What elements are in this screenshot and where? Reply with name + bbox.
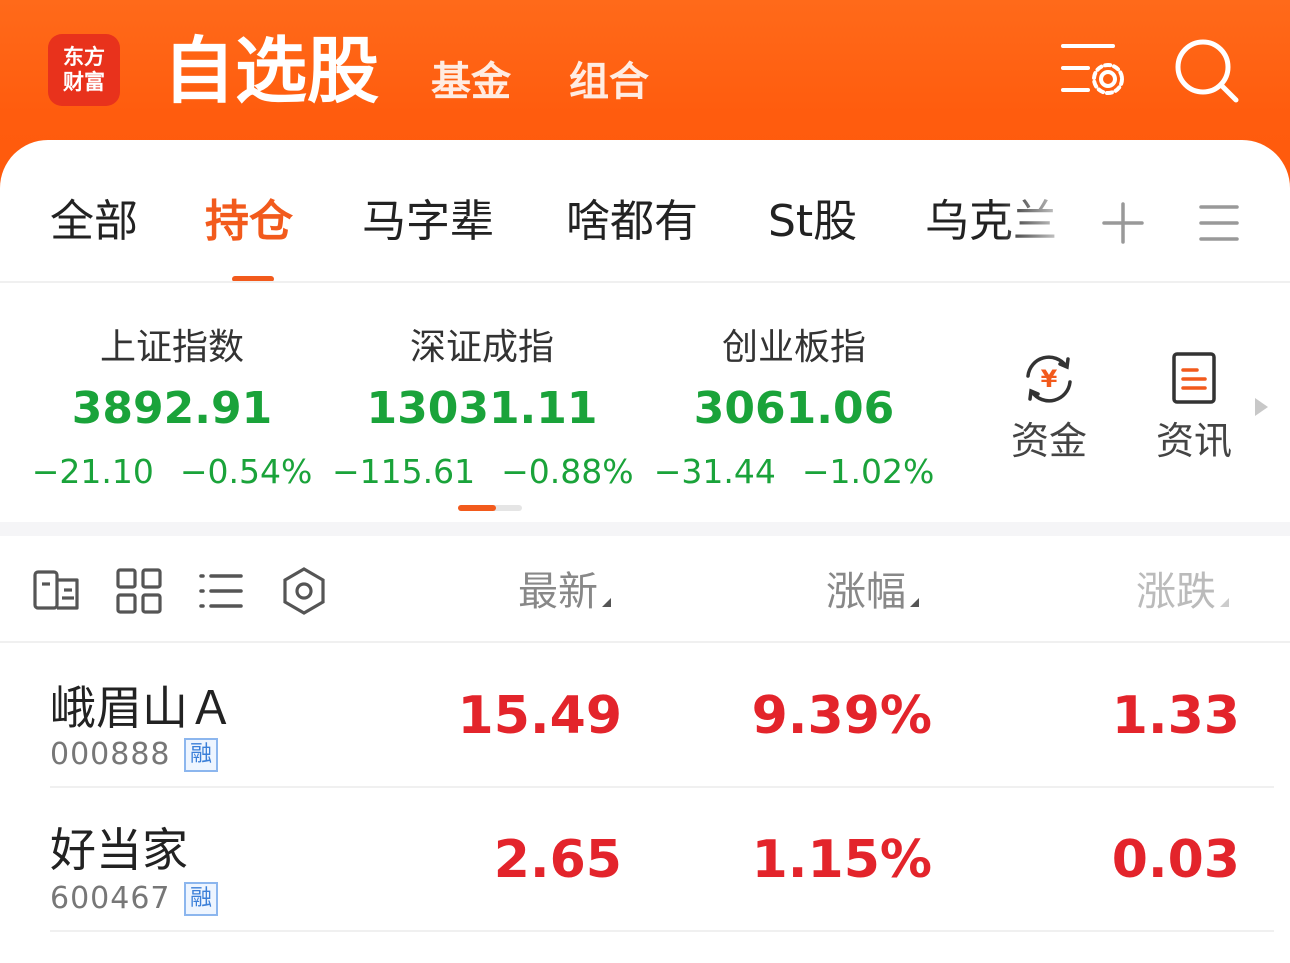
index-pager-indicator: [458, 505, 496, 511]
stock-change-pct: 1.15%: [751, 830, 932, 890]
index-change-pct: −0.88%: [501, 452, 634, 491]
index-change-pct: −1.02%: [801, 452, 935, 491]
tab-holdings[interactable]: 持仓: [205, 190, 293, 254]
funds-flow-icon: ¥: [1026, 355, 1072, 403]
stock-name: 好当家: [50, 823, 188, 877]
tab-overflow-fade: [1000, 190, 1090, 260]
tab-all[interactable]: 全部: [50, 190, 138, 254]
stock-latest-price: 15.49: [457, 686, 622, 746]
stock-code: 000888: [50, 737, 171, 772]
funds-shortcut[interactable]: ¥ 资金: [999, 350, 1099, 466]
chevron-right-icon[interactable]: [1252, 396, 1270, 418]
logo-line2: 财富: [63, 70, 105, 94]
col-change-label: 涨跌: [1136, 569, 1216, 615]
index-name: 上证指数: [99, 327, 244, 368]
index-chinext[interactable]: 创业板指 3061.06 −31.44 −1.02%: [644, 320, 944, 500]
app-logo[interactable]: 东方 财富: [48, 34, 120, 106]
search-icon[interactable]: [1172, 36, 1242, 106]
tab-st-stocks[interactable]: St股: [768, 190, 857, 254]
tabs-divider: [0, 281, 1290, 283]
svg-text:¥: ¥: [1041, 365, 1058, 393]
grid-view-icon[interactable]: [114, 566, 164, 616]
news-document-icon: [1172, 352, 1216, 404]
index-value: 13031.11: [366, 383, 598, 434]
section-divider: [0, 522, 1290, 536]
table-row[interactable]: 峨眉山Ａ 000888 融 15.49 9.39% 1.33: [0, 643, 1290, 787]
add-group-icon[interactable]: [1100, 200, 1146, 246]
list-settings-icon[interactable]: [1058, 36, 1128, 106]
index-change-row: −115.61 −0.88%: [332, 444, 634, 500]
sort-icon: [1220, 598, 1229, 607]
index-change-row: −31.44 −1.02%: [644, 444, 944, 500]
tab-sha-dou-you[interactable]: 啥都有: [566, 190, 698, 254]
stock-name: 峨眉山Ａ: [50, 681, 234, 735]
index-shanghai[interactable]: 上证指数 3892.91 −21.10 −0.54%: [22, 320, 322, 500]
display-mode-icon[interactable]: [32, 566, 82, 616]
table-row[interactable]: 好当家 600467 融 2.65 1.15% 0.03: [0, 787, 1290, 931]
index-shenzhen[interactable]: 深证成指 13031.11 −115.61 −0.88%: [332, 320, 634, 500]
manage-groups-menu-icon[interactable]: [1196, 200, 1242, 246]
index-value: 3061.06: [693, 383, 895, 434]
margin-trading-badge: 融: [184, 882, 218, 916]
margin-trading-badge: 融: [184, 738, 218, 772]
logo-line1: 东方: [63, 45, 105, 69]
news-shortcut[interactable]: 资讯: [1144, 350, 1244, 466]
col-change[interactable]: 涨跌: [1136, 562, 1229, 622]
index-change: −31.44: [653, 452, 776, 491]
nav-fund[interactable]: 基金: [431, 54, 511, 110]
col-latest-price[interactable]: 最新: [518, 562, 611, 622]
stock-change-pct: 9.39%: [751, 686, 932, 746]
index-change: −115.61: [332, 452, 476, 491]
stock-change: 1.33: [1111, 686, 1240, 746]
news-label: 资讯: [1155, 419, 1232, 463]
index-change-row: −21.10 −0.54%: [22, 444, 322, 500]
stock-code: 600467: [50, 881, 171, 916]
index-value: 3892.91: [71, 383, 273, 434]
sort-icon: [910, 598, 919, 607]
col-change-pct[interactable]: 涨幅: [826, 562, 919, 622]
nav-portfolio[interactable]: 组合: [569, 54, 649, 110]
sort-icon: [602, 598, 611, 607]
col-change-pct-label: 涨幅: [826, 569, 906, 615]
index-change: −21.10: [31, 452, 154, 491]
row-divider: [50, 930, 1274, 932]
col-latest-label: 最新: [518, 569, 598, 615]
settings-icon[interactable]: [279, 566, 329, 616]
list-view-icon[interactable]: [196, 566, 246, 616]
funds-label: 资金: [1010, 419, 1087, 463]
tab-ma-zi-bei[interactable]: 马字辈: [362, 190, 494, 254]
page-title[interactable]: 自选股: [163, 28, 379, 114]
index-name: 深证成指: [409, 327, 554, 368]
stock-latest-price: 2.65: [493, 830, 622, 890]
index-name: 创业板指: [721, 327, 866, 368]
index-change-pct: −0.54%: [179, 452, 313, 491]
stock-change: 0.03: [1111, 830, 1240, 890]
